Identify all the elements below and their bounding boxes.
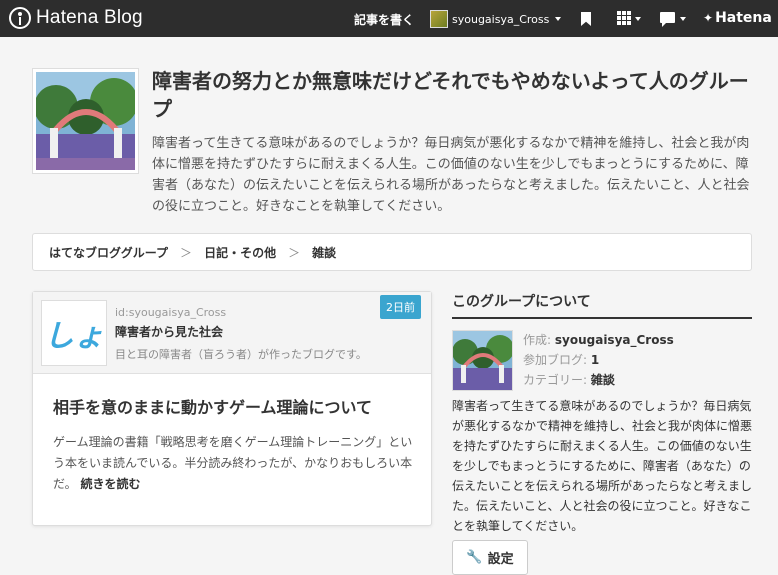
bookmark-icon[interactable] [581, 12, 591, 26]
breadcrumb-item-chat[interactable]: 雑談 [312, 244, 336, 261]
date-badge: 2日前 [380, 295, 421, 319]
blog-id[interactable]: id:syougaisya_Cross [115, 306, 226, 319]
hatena-star-icon: ✦ [703, 11, 714, 25]
blog-icon-text: しょ [44, 319, 104, 354]
group-image [32, 68, 139, 174]
sidebar-title: このグループについて [452, 291, 752, 319]
creator-link[interactable]: syougaisya_Cross [555, 333, 674, 347]
entry-title[interactable]: 相手を意のままに動かすゲーム理論について [53, 394, 372, 418]
meta-category: カテゴリー: 雑談 [523, 373, 615, 387]
username-label: syougaisya_Cross [452, 12, 550, 26]
entry-card: しょ id:syougaisya_Cross 障害者から見た社会 目と耳の障害者… [32, 291, 432, 526]
category-link[interactable]: 雑談 [591, 373, 615, 387]
blog-icon[interactable]: しょ [41, 300, 107, 366]
global-header: Hatena Blog 記事を書く syougaisya_Cross ✦ Hat… [0, 0, 778, 37]
user-avatar [430, 10, 448, 28]
blog-name[interactable]: 障害者から見た社会 [115, 323, 223, 340]
group-sidebar: このグループについて 作成: syougaisya_Cross 参加ブログ: 1 [452, 291, 752, 575]
breadcrumb-item-diary[interactable]: 日記・その他 [204, 244, 276, 261]
chevron-down-icon [635, 17, 641, 21]
blog-tagline: 目と耳の障害者（盲ろう者）が作ったブログです。 [115, 348, 367, 361]
group-description: 障害者って生きてる意味があるのでしょうか？毎日病気が悪化するなかで精神を維持し、… [152, 136, 750, 214]
hatena-blog-logo-icon [9, 7, 31, 29]
breadcrumb-separator: ＞ [180, 245, 193, 260]
apps-grid-icon[interactable] [617, 11, 631, 25]
breadcrumb-separator: ＞ [288, 245, 301, 260]
hatena-blog-logo[interactable]: Hatena Blog [9, 7, 143, 29]
sidebar-description: 障害者って生きてる意味があるのでしょうか？毎日病気が悪化するなかで精神を維持し、… [452, 399, 753, 533]
settings-label: 設定 [487, 552, 514, 567]
group-title[interactable]: 障害者の努力とか無意味だけどそれでもやめないよって人のグループ [152, 67, 752, 123]
write-article-link[interactable]: 記事を書く [354, 11, 414, 28]
meta-creator: 作成: syougaisya_Cross [523, 333, 674, 347]
group-thumbnail [452, 330, 513, 391]
logo-text: Hatena Blog [36, 7, 143, 28]
wrench-icon: 🔧 [466, 550, 483, 565]
breadcrumb-item-group[interactable]: はてなブロググループ [49, 244, 168, 261]
hatena-link[interactable]: ✦ Hatena [703, 10, 772, 26]
chat-icon[interactable] [660, 12, 675, 27]
blog-header[interactable]: しょ id:syougaisya_Cross 障害者から見た社会 目と耳の障害者… [33, 292, 431, 374]
entry-excerpt: ゲーム理論の書籍「戦略思考を磨くゲーム理論トレーニング」という本をいま読んでいる… [53, 432, 413, 495]
read-more-link[interactable]: 続きを読む [80, 477, 140, 491]
group-header: 障害者の努力とか無意味だけどそれでもやめないよって人のグループ 障害者って生きて… [32, 68, 752, 218]
chevron-down-icon [555, 17, 562, 21]
group-meta: 作成: syougaisya_Cross 参加ブログ: 1 カテゴリー: 雑談 [452, 330, 752, 391]
breadcrumb: はてなブロググループ ＞ 日記・その他 ＞ 雑談 [32, 233, 752, 271]
user-menu[interactable]: syougaisya_Cross [430, 10, 562, 28]
chevron-down-icon [680, 17, 686, 21]
settings-button[interactable]: 🔧 設定 [452, 540, 528, 575]
meta-blog-count: 参加ブログ: 1 [523, 353, 600, 367]
hatena-text: Hatena [715, 10, 772, 26]
